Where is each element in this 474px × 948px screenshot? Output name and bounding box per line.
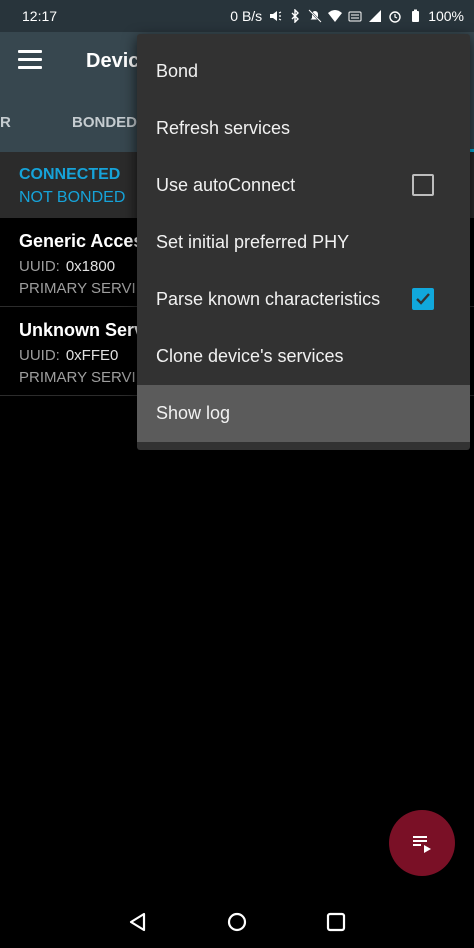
net-speed: 0 B/s xyxy=(230,8,263,24)
menu-item-bond[interactable]: Bond xyxy=(137,43,470,100)
battery-icon xyxy=(412,9,420,22)
menu-item-preferred-phy[interactable]: Set initial preferred PHY xyxy=(137,214,470,271)
mute-icon xyxy=(308,9,322,23)
system-nav-bar xyxy=(0,896,474,948)
status-time: 12:17 xyxy=(22,8,58,24)
speaker-icon xyxy=(270,11,282,21)
menu-item-refresh-services[interactable]: Refresh services xyxy=(137,100,470,157)
bluetooth-icon xyxy=(291,9,300,23)
show-log-fab[interactable] xyxy=(389,810,455,876)
lte-icon xyxy=(348,11,362,22)
menu-item-show-log[interactable]: Show log xyxy=(137,385,470,442)
connection-state: CONNECTED xyxy=(19,166,121,183)
menu-item-use-autoconnect[interactable]: Use autoConnect xyxy=(137,157,470,214)
autoconnect-checkbox[interactable] xyxy=(412,174,434,196)
service-name: Generic Acces xyxy=(19,231,144,251)
page-title: Devic xyxy=(86,50,140,72)
parse-characteristics-checkbox[interactable] xyxy=(412,288,434,310)
service-type: PRIMARY SERVI xyxy=(19,280,136,297)
back-icon[interactable] xyxy=(124,908,152,936)
signal-icon xyxy=(369,10,382,22)
checkmark-icon xyxy=(416,293,430,305)
battery-level: 100% xyxy=(428,8,464,24)
tab-partial[interactable]: R xyxy=(0,114,11,131)
status-bar: 12:17 0 B/s 100% xyxy=(0,0,474,32)
home-icon[interactable] xyxy=(223,908,251,936)
service-uuid: UUID: 0x1800 xyxy=(19,258,116,275)
hamburger-icon[interactable] xyxy=(18,50,48,76)
service-name: Unknown Serv xyxy=(19,320,145,340)
status-icons: 0 B/s 100% xyxy=(230,8,464,24)
menu-item-clone-services[interactable]: Clone device's services xyxy=(137,328,470,385)
log-list-icon xyxy=(413,836,431,853)
overflow-menu: Bond Refresh services Use autoConnect Se… xyxy=(137,34,470,450)
service-type: PRIMARY SERVI xyxy=(19,369,136,386)
alarm-icon xyxy=(389,11,401,23)
service-uuid: UUID: 0xFFE0 xyxy=(19,347,119,364)
recents-icon[interactable] xyxy=(322,908,350,936)
menu-item-parse-characteristics[interactable]: Parse known characteristics xyxy=(137,271,470,328)
bond-state: NOT BONDED xyxy=(19,189,126,206)
tab-bonded[interactable]: BONDED xyxy=(72,114,137,131)
wifi-icon xyxy=(328,10,343,22)
